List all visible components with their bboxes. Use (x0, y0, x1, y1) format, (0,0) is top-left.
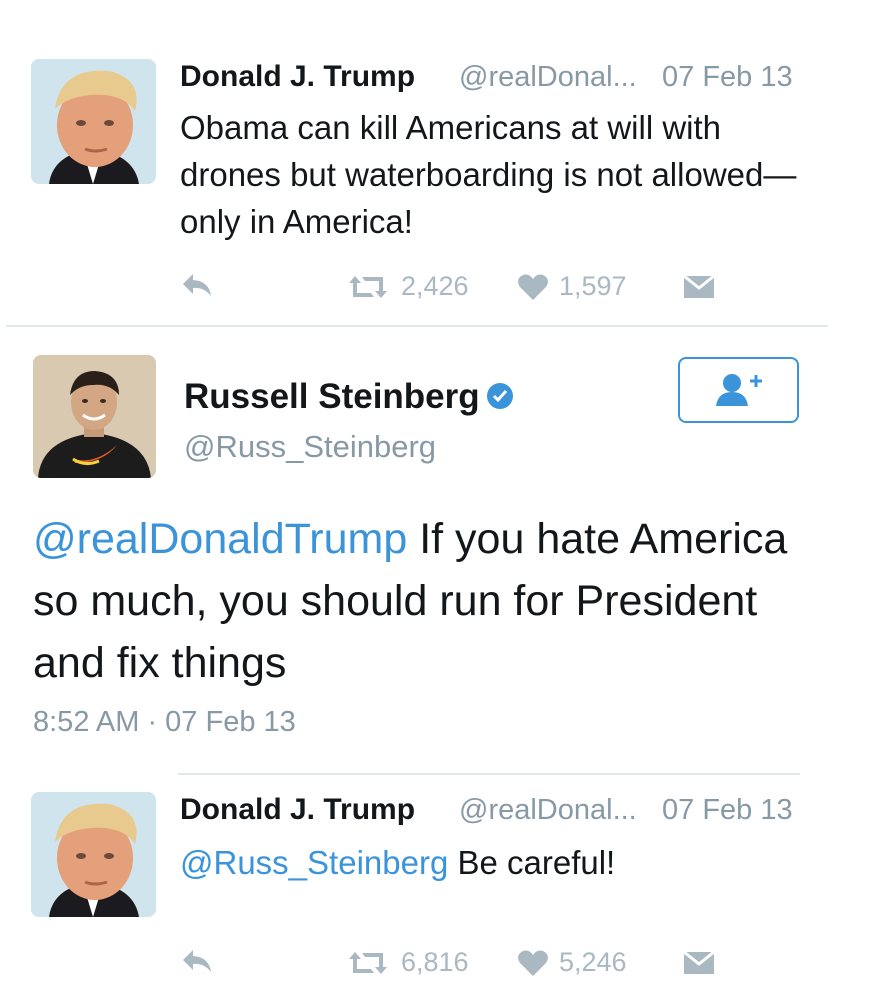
retweet-icon (349, 275, 387, 298)
mention-link[interactable]: @realDonaldTrump (33, 515, 407, 563)
tweet-date[interactable]: 07 Feb 13 (662, 61, 793, 94)
tweet-text: Obama can kill Americans at will with dr… (180, 109, 797, 240)
reply-button[interactable] (180, 271, 214, 299)
heart-icon (518, 950, 548, 976)
direct-message-icon (683, 951, 715, 974)
author-handle[interactable]: @realDonal... (459, 794, 637, 827)
author-name[interactable]: Donald J. Trump (180, 793, 415, 827)
main-tweet-text: @realDonaldTrump If you hate America so … (33, 508, 833, 694)
retweet-button[interactable]: 2,426 (345, 271, 469, 302)
profile-name[interactable]: Russell Steinberg (184, 377, 514, 419)
like-count: 1,597 (559, 271, 627, 301)
verified-badge-icon (486, 379, 514, 419)
message-button[interactable] (683, 275, 715, 299)
retweet-button[interactable]: 6,816 (345, 947, 469, 978)
divider (178, 773, 800, 775)
mention-link[interactable]: @Russ_Steinberg (180, 844, 448, 881)
retweet-count: 6,816 (401, 947, 469, 977)
direct-message-icon (683, 275, 715, 298)
avatar[interactable] (31, 792, 156, 917)
avatar-photo (31, 59, 156, 184)
like-button[interactable]: 1,597 (517, 271, 627, 302)
avatar-photo (33, 355, 156, 478)
tweet-timestamp[interactable]: 8:52 AM · 07 Feb 13 (33, 706, 296, 739)
like-button[interactable]: 5,246 (517, 947, 627, 978)
profile-handle[interactable]: @Russ_Steinberg (184, 429, 436, 465)
author-name[interactable]: Donald J. Trump (180, 60, 415, 94)
profile-name-text: Russell Steinberg (184, 377, 480, 416)
avatar-photo (31, 792, 156, 917)
avatar[interactable] (33, 355, 156, 478)
retweet-count: 2,426 (401, 271, 469, 301)
like-count: 5,246 (559, 947, 627, 977)
reply-icon (183, 274, 211, 296)
avatar[interactable] (31, 59, 156, 184)
heart-icon (518, 274, 548, 300)
reply-button[interactable] (180, 947, 214, 975)
follow-user-icon (715, 374, 762, 406)
reply-icon (183, 950, 211, 972)
author-handle[interactable]: @realDonal... (459, 61, 637, 94)
follow-button[interactable] (678, 357, 799, 423)
retweet-icon (349, 951, 387, 974)
message-button[interactable] (683, 951, 715, 975)
tweet-date[interactable]: 07 Feb 13 (662, 794, 793, 827)
tweet-body: Be careful! (448, 844, 616, 881)
tweet-text: @Russ_Steinberg Be careful! (180, 839, 810, 886)
divider (6, 325, 828, 327)
